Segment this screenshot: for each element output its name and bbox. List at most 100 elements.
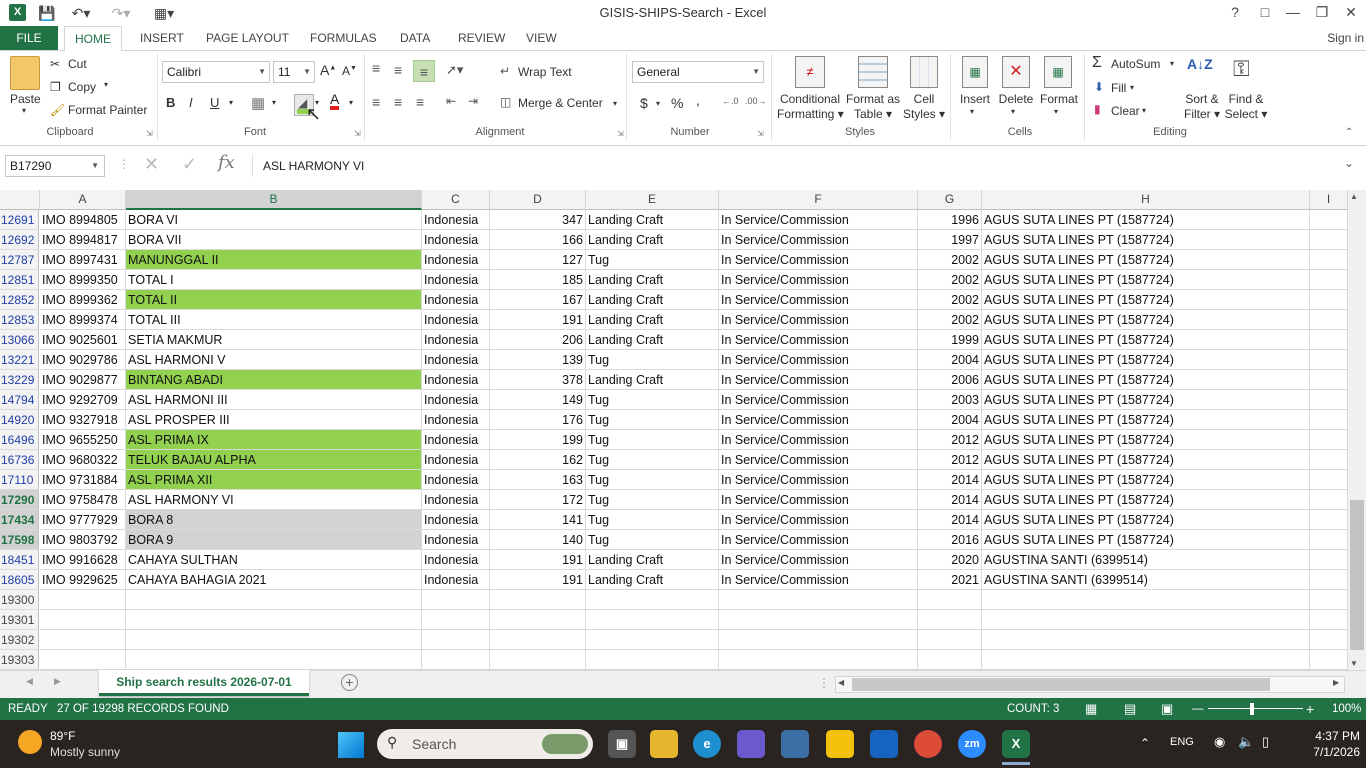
cell-e[interactable]: Landing Craft — [586, 370, 719, 390]
column-header-g[interactable]: G — [918, 190, 982, 210]
cell-i[interactable] — [1310, 290, 1348, 310]
cell-e[interactable]: Tug — [586, 510, 719, 530]
cell-e[interactable] — [586, 650, 719, 670]
cell-c[interactable] — [422, 590, 490, 610]
cell-h[interactable]: AGUS SUTA LINES PT (1587724) — [982, 290, 1310, 310]
align-center-icon[interactable]: ≡ — [394, 94, 402, 110]
sticky-notes-icon[interactable] — [826, 730, 854, 758]
cell-i[interactable] — [1310, 250, 1348, 270]
merge-center-icon[interactable]: ◫ — [500, 95, 511, 109]
ribbon-display-options-icon[interactable]: □ — [1250, 2, 1280, 22]
close-button[interactable]: ✕ — [1336, 2, 1366, 22]
page-layout-view-icon[interactable]: ▤ — [1124, 698, 1136, 720]
cell-d[interactable]: 199 — [490, 430, 586, 450]
cell-b[interactable]: ASL HARMONY VI — [126, 490, 422, 510]
currency-dropdown-icon[interactable]: ▾ — [656, 99, 660, 108]
cell-a[interactable]: IMO 8999362 — [40, 290, 126, 310]
merge-dropdown-icon[interactable]: ▾ — [613, 99, 617, 108]
row-header[interactable]: 18605 — [0, 570, 39, 590]
cell-g[interactable]: 2012 — [918, 450, 982, 470]
percent-button[interactable]: % — [671, 95, 683, 111]
cell-i[interactable] — [1310, 490, 1348, 510]
cell-c[interactable]: Indonesia — [422, 210, 490, 230]
row-header[interactable]: 18451 — [0, 550, 39, 570]
weather-desc[interactable]: Mostly sunny — [50, 745, 120, 759]
excel-taskbar-icon[interactable]: X — [1002, 730, 1030, 758]
cut-button[interactable]: Cut — [68, 57, 87, 71]
merge-center-button[interactable]: Merge & Center — [518, 96, 603, 110]
font-launcher-icon[interactable]: ⇲ — [354, 129, 361, 138]
vertical-scroll-thumb[interactable] — [1350, 500, 1364, 650]
row-header[interactable]: 17598 — [0, 530, 39, 550]
number-format-select[interactable]: General ▼ — [632, 61, 764, 83]
cell-d[interactable]: 141 — [490, 510, 586, 530]
cell-f[interactable]: In Service/Commission — [719, 370, 918, 390]
row-header[interactable]: 19300 — [0, 590, 39, 610]
cell-d[interactable]: 149 — [490, 390, 586, 410]
cell-a[interactable]: IMO 8997431 — [40, 250, 126, 270]
column-header-a[interactable]: A — [40, 190, 126, 210]
cell-g[interactable]: 2004 — [918, 410, 982, 430]
cut-icon[interactable]: ✂ — [50, 57, 60, 71]
chrome-icon[interactable] — [914, 730, 942, 758]
cell-a[interactable]: IMO 8994805 — [40, 210, 126, 230]
cell-d[interactable]: 140 — [490, 530, 586, 550]
cell-a[interactable]: IMO 9327918 — [40, 410, 126, 430]
cell-g[interactable]: 2002 — [918, 270, 982, 290]
cell-d[interactable]: 172 — [490, 490, 586, 510]
cell-d[interactable]: 378 — [490, 370, 586, 390]
cell-d[interactable]: 185 — [490, 270, 586, 290]
cell-c[interactable]: Indonesia — [422, 310, 490, 330]
expand-formula-bar-icon[interactable]: ⌄ — [1344, 156, 1354, 170]
cell-i[interactable] — [1310, 610, 1348, 630]
decrease-decimal-icon[interactable]: .00→ — [745, 96, 767, 106]
format-cells-icon[interactable]: ▦ — [1044, 56, 1072, 88]
zoom-slider[interactable] — [1208, 708, 1303, 709]
italic-button[interactable]: I — [189, 95, 193, 110]
scroll-left-icon[interactable]: ◀ — [838, 678, 844, 687]
cell-e[interactable]: Tug — [586, 490, 719, 510]
scroll-down-icon[interactable]: ▼ — [1350, 659, 1358, 668]
cell-e[interactable]: Landing Craft — [586, 290, 719, 310]
camera-app-icon[interactable] — [781, 730, 809, 758]
cell-a[interactable] — [40, 650, 126, 670]
cell-f[interactable]: In Service/Commission — [719, 570, 918, 590]
eraser-icon[interactable]: ▮ — [1094, 102, 1101, 116]
cell-a[interactable]: IMO 9731884 — [40, 470, 126, 490]
increase-decimal-icon[interactable]: ←.0 — [722, 96, 739, 106]
delete-cells-button[interactable]: Delete — [998, 92, 1034, 106]
currency-button[interactable]: $ — [640, 95, 648, 111]
cell-f[interactable]: In Service/Commission — [719, 230, 918, 250]
cell-a[interactable]: IMO 9916628 — [40, 550, 126, 570]
cell-c[interactable]: Indonesia — [422, 570, 490, 590]
paste-dropdown-icon[interactable]: ▾ — [22, 106, 26, 115]
cell-a[interactable]: IMO 8999350 — [40, 270, 126, 290]
sheet-tab[interactable]: Ship search results 2026-07-01 — [99, 670, 309, 696]
clear-dropdown-icon[interactable]: ▾ — [1142, 106, 1146, 115]
cell-c[interactable]: Indonesia — [422, 230, 490, 250]
cell-f[interactable]: In Service/Commission — [719, 530, 918, 550]
cell-h[interactable]: AGUS SUTA LINES PT (1587724) — [982, 430, 1310, 450]
cell-h[interactable]: AGUS SUTA LINES PT (1587724) — [982, 530, 1310, 550]
cell-f[interactable]: In Service/Commission — [719, 210, 918, 230]
cell-c[interactable] — [422, 650, 490, 670]
format-painter-icon[interactable]: 🖌 — [50, 103, 65, 117]
cell-b[interactable]: ASL HARMONI V — [126, 350, 422, 370]
align-right-icon[interactable]: ≡ — [416, 94, 424, 110]
paste-icon[interactable] — [10, 56, 40, 90]
copy-button[interactable]: Copy — [68, 80, 96, 94]
cell-d[interactable]: 139 — [490, 350, 586, 370]
row-header[interactable]: 12691 — [0, 210, 39, 230]
cell-f[interactable]: In Service/Commission — [719, 430, 918, 450]
cell-b[interactable] — [126, 630, 422, 650]
cell-b[interactable]: ASL HARMONI III — [126, 390, 422, 410]
cell-h[interactable]: AGUS SUTA LINES PT (1587724) — [982, 270, 1310, 290]
cell-h[interactable]: AGUS SUTA LINES PT (1587724) — [982, 230, 1310, 250]
row-header[interactable]: 12851 — [0, 270, 39, 290]
select-all-corner[interactable] — [0, 190, 40, 210]
cell-g[interactable]: 2014 — [918, 470, 982, 490]
cell-f[interactable]: In Service/Commission — [719, 330, 918, 350]
cell-i[interactable] — [1310, 350, 1348, 370]
cell-g[interactable]: 2020 — [918, 550, 982, 570]
cell-e[interactable]: Tug — [586, 410, 719, 430]
